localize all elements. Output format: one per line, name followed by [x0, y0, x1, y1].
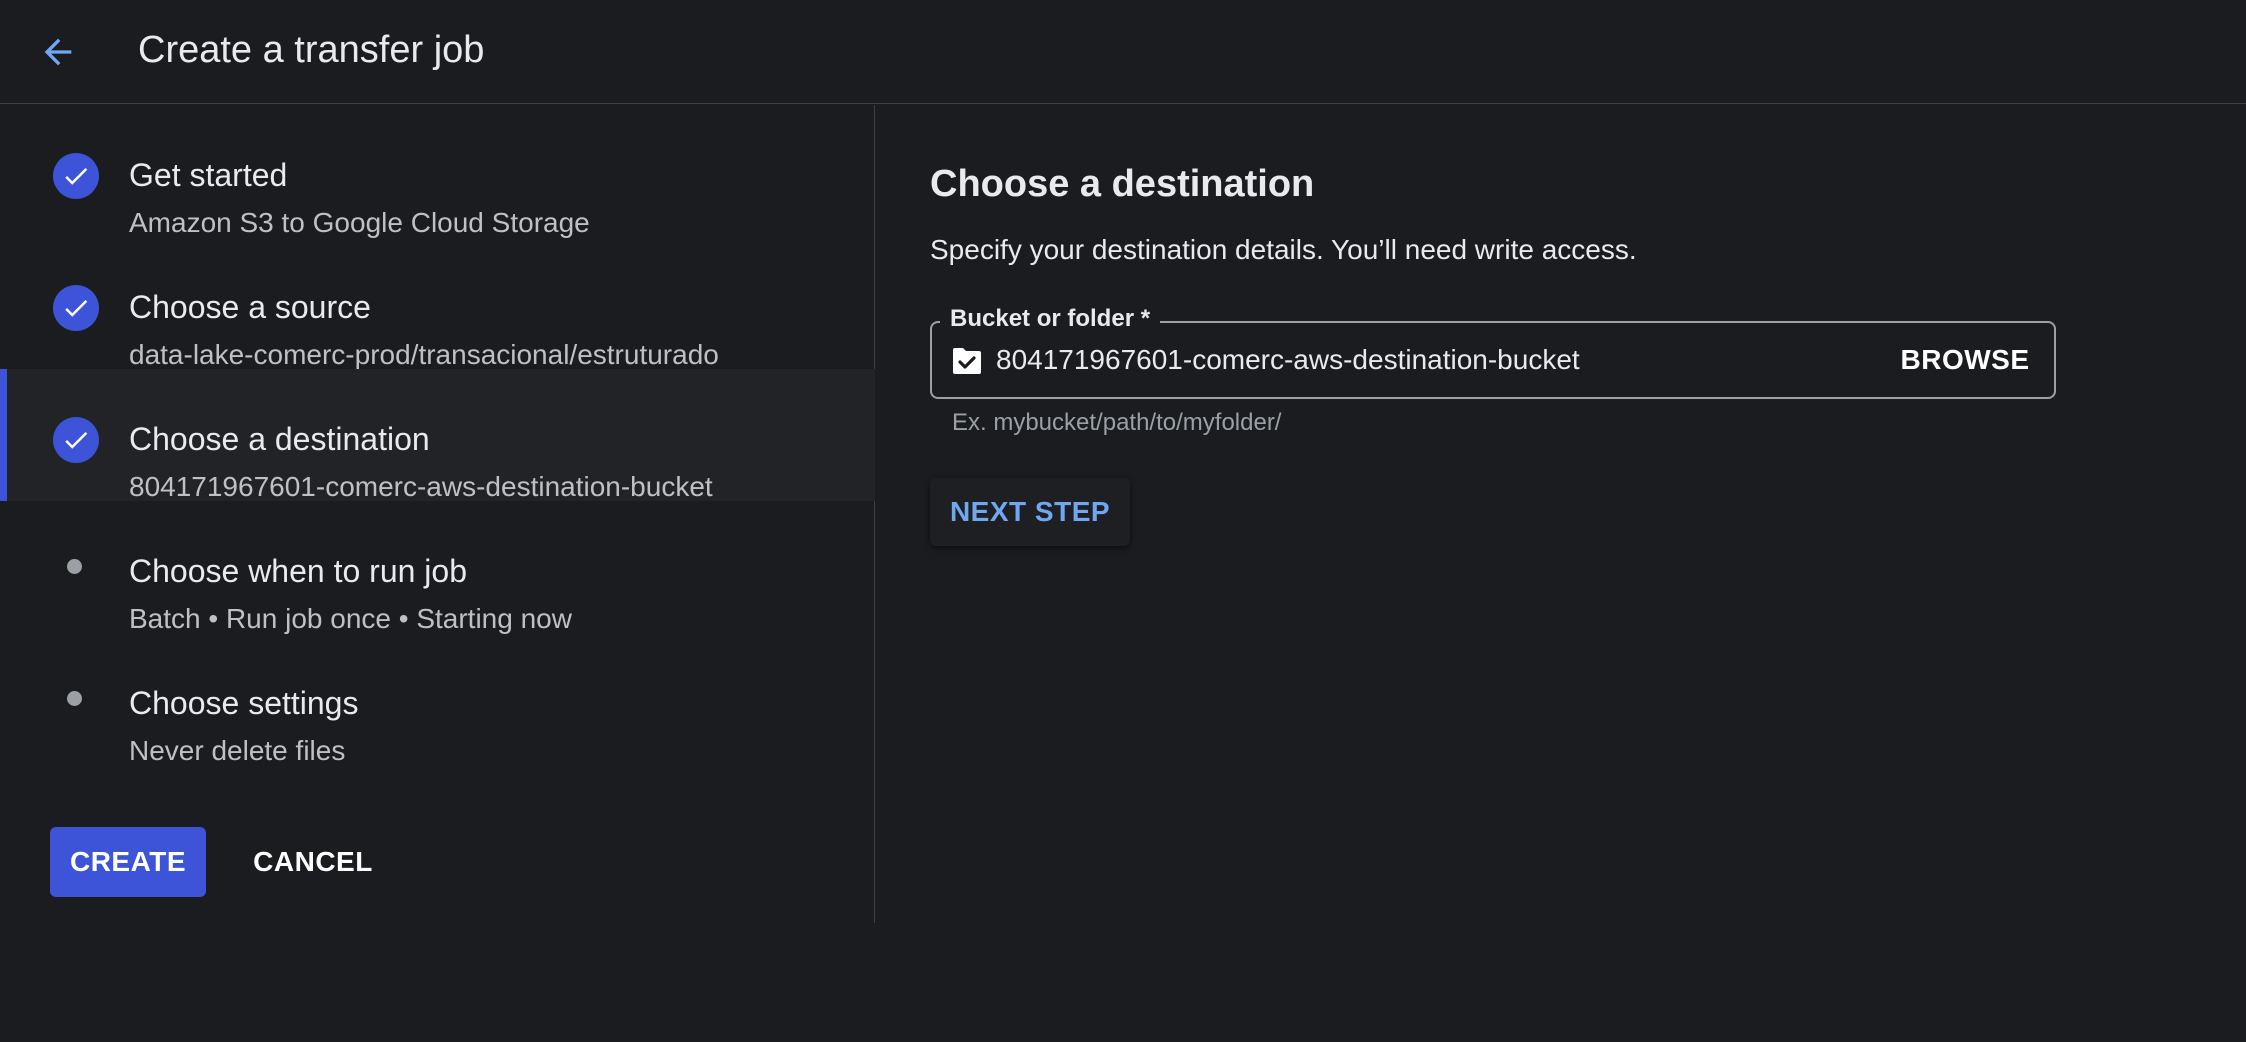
stepper-panel: Get started Amazon S3 to Google Cloud St… [0, 105, 875, 923]
step-complete-icon [53, 153, 99, 199]
back-button[interactable] [30, 24, 86, 80]
step-get-started[interactable]: Get started Amazon S3 to Google Cloud St… [0, 105, 875, 238]
step-pending-dot-icon [67, 691, 82, 706]
step-title: Choose a destination [129, 421, 430, 457]
step-choose-settings[interactable]: Choose settings Never delete files [0, 633, 875, 766]
step-complete-icon [53, 285, 99, 331]
step-subtitle: Never delete files [129, 735, 346, 766]
next-step-button[interactable]: NEXT STEP [930, 478, 1130, 546]
bucket-field-hint: Ex. mybucket/path/to/myfolder/ [952, 409, 1282, 436]
step-choose-destination[interactable]: Choose a destination 804171967601-comerc… [0, 369, 875, 502]
create-button[interactable]: CREATE [50, 827, 206, 897]
step-subtitle: 804171967601-comerc-aws-destination-buck… [129, 471, 713, 502]
step-title: Choose a source [129, 289, 371, 325]
step-title: Choose when to run job [129, 553, 467, 589]
step-subtitle: Amazon S3 to Google Cloud Storage [129, 207, 590, 238]
step-choose-schedule[interactable]: Choose when to run job Batch • Run job o… [0, 501, 875, 634]
section-title: Choose a destination [930, 163, 1315, 205]
step-title: Get started [129, 157, 288, 193]
bucket-field-value[interactable]: 804171967601-comerc-aws-destination-buck… [996, 342, 1580, 378]
arrow-back-icon [44, 38, 72, 66]
step-subtitle: Batch • Run job once • Starting now [129, 603, 572, 634]
page-title: Create a transfer job [138, 29, 485, 71]
browse-button[interactable]: BROWSE [1894, 334, 2036, 386]
folder-check-icon [953, 348, 981, 374]
section-description: Specify your destination details. You’ll… [930, 234, 1637, 265]
step-pending-dot-icon [67, 559, 82, 574]
bucket-field-label: Bucket or folder * [940, 303, 1161, 335]
step-complete-icon [53, 417, 99, 463]
step-subtitle: data-lake-comerc-prod/transacional/estru… [129, 339, 719, 370]
app-header: Create a transfer job [0, 0, 2246, 104]
step-title: Choose settings [129, 685, 359, 721]
step-choose-source[interactable]: Choose a source data-lake-comerc-prod/tr… [0, 237, 875, 370]
cancel-button[interactable]: CANCEL [236, 827, 390, 897]
